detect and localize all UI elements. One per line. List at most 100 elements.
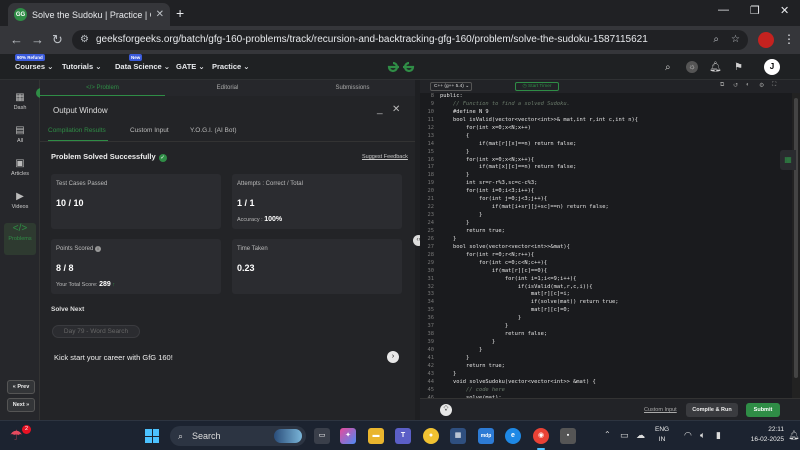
submit-button[interactable]: Submit [746, 403, 780, 417]
close-tab-icon[interactable]: ✕ [156, 9, 164, 20]
bookmark-icon[interactable]: ⚑ [734, 62, 743, 73]
tab-submissions[interactable]: Submissions [290, 80, 415, 96]
copilot-icon[interactable]: ✦ [340, 428, 356, 444]
chrome-icon[interactable]: ◉ [533, 428, 549, 450]
code-line[interactable]: 21 for(int j=0;j<3;j++){ [420, 196, 792, 204]
reset-icon[interactable]: ↺ [733, 82, 738, 89]
code-line[interactable]: 13 { [420, 133, 792, 141]
chrome-yellow-icon[interactable]: ● [423, 428, 439, 444]
suggest-feedback-link[interactable]: Suggest Feedback [362, 154, 408, 160]
code-line[interactable]: 40 } [420, 347, 792, 355]
rail-item-all[interactable]: ▤ All [4, 125, 36, 155]
notification-icon[interactable]: 🔔︎ [788, 430, 799, 441]
code-area[interactable]: 8 public: 9 // Function to find a solved S… [420, 93, 792, 398]
editor-scrollbar-thumb[interactable] [794, 98, 798, 378]
rail-item-articles[interactable]: ▣ Articles [4, 158, 36, 188]
copy-icon[interactable]: ⧉ [720, 82, 724, 89]
tab-problem[interactable]: </> Problem [40, 80, 165, 96]
onedrive-icon[interactable]: ☁ [636, 430, 645, 441]
tab-custom-input[interactable]: Custom Input [130, 127, 169, 134]
code-line[interactable]: 25 return true; [420, 228, 792, 236]
close-output-icon[interactable]: ✕ [392, 104, 400, 115]
user-avatar[interactable]: J [764, 59, 780, 75]
rail-item-problems[interactable]: </> Problems [4, 223, 36, 255]
code-line[interactable]: 15 } [420, 149, 792, 157]
code-line[interactable]: 11 bool isValid(vector<vector<int>>& mat… [420, 117, 792, 125]
clock[interactable]: 22:11 16-02-2025 [744, 425, 784, 445]
prev-button[interactable]: « Prev [7, 380, 35, 394]
custom-input-link[interactable]: Custom Input [644, 407, 677, 413]
code-line[interactable]: 42 return true; [420, 363, 792, 371]
code-line[interactable]: 34 if(solve(mat)) return true; [420, 299, 792, 307]
code-line[interactable]: 41 } [420, 355, 792, 363]
code-line[interactable]: 30 if(mat[r][c]==0){ [420, 268, 792, 276]
tray-chevron-icon[interactable]: ⌃ [604, 430, 611, 439]
gfg-logo[interactable] [385, 59, 417, 79]
nav-tutorials[interactable]: Tutorials ⌄ [62, 62, 101, 71]
language-select[interactable]: C++ (g++ 5.4) ⌄ [430, 82, 472, 91]
promo-arrow-icon[interactable]: › [387, 351, 399, 363]
network-adapter-icon[interactable]: ▭ [620, 430, 629, 441]
bookmark-star-icon[interactable]: ☆ [731, 30, 740, 50]
task-view-icon[interactable]: ▭ [314, 428, 330, 444]
start-timer-button[interactable]: ◷ Start Timer [515, 82, 559, 91]
next-button[interactable]: Next » [7, 398, 35, 412]
chat-panel-icon[interactable]: ▦ [780, 150, 796, 170]
code-line[interactable]: 33 mat[r][c]=i; [420, 291, 792, 299]
code-line[interactable]: 17 if(mat[x][c]==n) return false; [420, 164, 792, 172]
code-line[interactable]: 18 } [420, 172, 792, 180]
theme-icon[interactable]: ◐ [746, 82, 750, 88]
url-input[interactable]: ⚙ geeksforgeeks.org/batch/gfg-160-proble… [72, 30, 748, 50]
code-line[interactable]: 9 // Function to find a solved Sudoku. [420, 101, 792, 109]
code-line[interactable]: 43 } [420, 371, 792, 379]
tab-editorial[interactable]: Editorial [165, 80, 290, 96]
minimize-output-icon[interactable]: _ [377, 104, 383, 115]
edge-icon[interactable]: e [505, 428, 521, 444]
code-line[interactable]: 35 mat[r][c]=0; [420, 307, 792, 315]
code-line[interactable]: 44 void solveSudoku(vector<vector<int>> … [420, 379, 792, 387]
code-line[interactable]: 12 for(int x=0;x<N;x++) [420, 125, 792, 133]
code-line[interactable]: 14 if(mat[r][x]==n) return false; [420, 141, 792, 149]
nav-practice[interactable]: Practice ⌄ [212, 62, 250, 71]
tab-compilation-results[interactable]: Compilation Results [48, 127, 106, 134]
browser-tab[interactable]: GG Solve the Sudoku | Practice | Ge ✕ [8, 3, 170, 26]
code-line[interactable]: 19 int sr=r-r%3,sc=c-c%3; [420, 180, 792, 188]
code-line[interactable]: 22 if(mat[i+sr][j+sc]==n) return false; [420, 204, 792, 212]
fullscreen-icon[interactable]: ⛶ [772, 82, 776, 89]
next-problem-chip[interactable]: Day 79 - Word Search [52, 325, 140, 338]
code-line[interactable]: 8 public: [420, 93, 792, 101]
code-line[interactable]: 24 } [420, 220, 792, 228]
weather-widget[interactable]: ☂ 2 [10, 425, 31, 444]
lightbulb-icon[interactable]: 💡︎ [440, 404, 452, 416]
code-line[interactable]: 37 } [420, 323, 792, 331]
windows-start-icon[interactable] [145, 429, 159, 443]
tab-yogi-ai-bot[interactable]: Y.O.G.I. (AI Bot) [190, 127, 236, 134]
code-line[interactable]: 10 #define N 9 [420, 109, 792, 117]
zoom-icon[interactable]: ⌕ [713, 30, 719, 50]
teams-icon[interactable]: T [395, 428, 411, 444]
compile-run-button[interactable]: Compile & Run [686, 403, 738, 417]
maximize-icon[interactable]: ❐ [750, 4, 760, 17]
code-line[interactable]: 16 for(int x=0;x<N;x++){ [420, 157, 792, 165]
new-tab-button[interactable]: + [176, 5, 184, 21]
nav-gate[interactable]: GATE ⌄ [176, 62, 205, 71]
site-info-icon[interactable]: ⚙ [80, 30, 89, 50]
code-line[interactable]: 27 bool solve(vector<vector<int>>&mat){ [420, 244, 792, 252]
language-indicator[interactable]: ENG IN [655, 425, 669, 445]
code-line[interactable]: 45 // code here [420, 387, 792, 395]
nav-data-science[interactable]: New Data Science ⌄ [115, 54, 170, 71]
profile-avatar[interactable] [758, 32, 774, 48]
file-explorer-icon[interactable]: ▬ [368, 428, 384, 444]
back-icon[interactable]: ← [10, 32, 23, 47]
rail-item-videos[interactable]: ▶ Videos [4, 191, 36, 221]
volume-icon[interactable]: 🔈︎ [700, 430, 705, 441]
minimize-icon[interactable]: — [718, 4, 729, 16]
nav-courses[interactable]: 90% Refund Courses ⌄ [15, 54, 53, 71]
code-line[interactable]: 31 for(int i=1;i<=9;i++){ [420, 276, 792, 284]
search-icon[interactable]: ⌕ [665, 62, 671, 73]
code-line[interactable]: 32 if(isValid(mat,r,c,i)){ [420, 284, 792, 292]
notification-bell-icon[interactable]: 🔔︎ [709, 62, 722, 73]
code-line[interactable]: 28 for(int r=0;r<N;r++){ [420, 252, 792, 260]
close-window-icon[interactable]: ✕ [780, 4, 789, 17]
battery-icon[interactable]: ▮ [716, 430, 721, 441]
